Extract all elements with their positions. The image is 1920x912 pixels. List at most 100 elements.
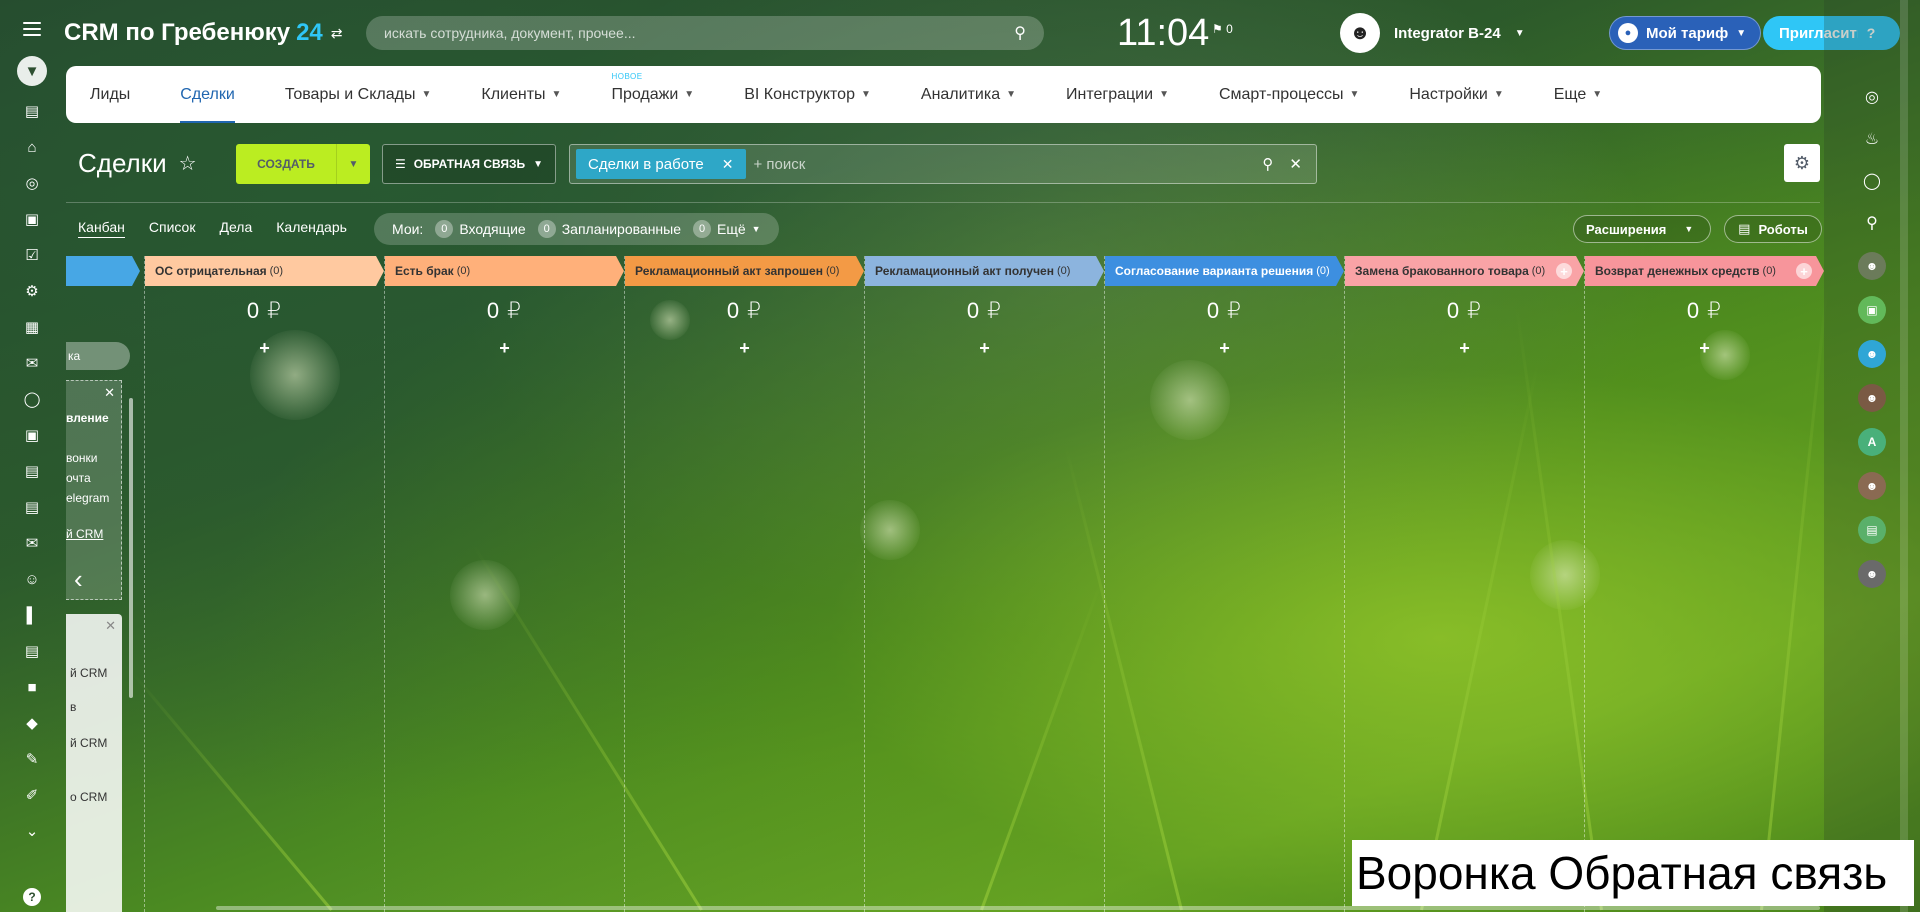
avatar[interactable]: ☻ xyxy=(1858,560,1886,588)
chevron-down-icon[interactable]: ▼ xyxy=(336,144,370,184)
horizontal-scrollbar[interactable] xyxy=(216,906,1820,910)
filter-search-input[interactable] xyxy=(753,155,1255,173)
contact-card-icon[interactable]: ▤ xyxy=(21,640,43,662)
stage-header[interactable]: Согласование варианта решения (0) xyxy=(1105,256,1344,286)
user-menu[interactable]: ☻ Integrator B-24 ▼ xyxy=(1340,13,1525,53)
counter[interactable]: 0 Запланированные xyxy=(537,220,681,238)
swap-icon[interactable]: ⇄ xyxy=(331,25,343,42)
bank-icon[interactable]: ⌂ xyxy=(21,136,43,158)
nav-item[interactable]: Еще ▼ xyxy=(1554,66,1602,123)
nav-item[interactable]: НОВОЕ Продажи ▼ xyxy=(611,66,694,123)
users-icon[interactable]: ☺ xyxy=(21,568,43,590)
bell-icon[interactable]: ♨ xyxy=(1859,126,1885,152)
global-search-input[interactable] xyxy=(384,25,1015,41)
view-tab[interactable]: Канбан xyxy=(78,219,125,238)
nav-item[interactable]: Интеграции ▼ xyxy=(1066,66,1169,123)
nav-item-label: Еще xyxy=(1553,85,1587,103)
view-tab[interactable]: Дела xyxy=(219,219,252,238)
news-icon[interactable]: ▦ xyxy=(21,316,43,338)
avatar[interactable]: ☻ xyxy=(1858,340,1886,368)
avatar[interactable]: ☻ xyxy=(1858,472,1886,500)
page-scrollbar[interactable] xyxy=(1900,0,1908,912)
avatar[interactable]: ▣ xyxy=(1858,296,1886,324)
robot-icon[interactable]: ■ xyxy=(21,676,43,698)
mail-icon[interactable]: ✉ xyxy=(21,532,43,554)
tasks-icon[interactable]: ▤ xyxy=(21,100,43,122)
help-icon[interactable]: ? xyxy=(23,888,41,906)
pen-icon[interactable]: ✐ xyxy=(21,784,43,806)
chevron-down-icon[interactable]: ▼ xyxy=(1684,224,1693,234)
stage-header[interactable]: ОС отрицательная (0) xyxy=(145,256,384,286)
copilot-icon[interactable]: ◎ xyxy=(1859,84,1885,110)
nav-item[interactable]: Клиенты ▼ xyxy=(481,66,561,123)
chart-icon[interactable]: ▌ xyxy=(21,604,43,626)
stage-header[interactable]: Возврат денежных средств (0) + xyxy=(1585,256,1824,286)
avatar[interactable]: ▤ xyxy=(1858,516,1886,544)
clock[interactable]: 11:04 xyxy=(1117,12,1209,55)
shield-icon[interactable]: ◯ xyxy=(21,388,43,410)
add-stage-icon[interactable]: + xyxy=(1556,263,1572,279)
flag-counter[interactable]: ⚑ 0 xyxy=(1212,22,1233,36)
search-icon[interactable]: ⚲ xyxy=(1859,210,1885,236)
add-stage-icon[interactable]: + xyxy=(1796,263,1812,279)
stage-name: Рекламационный акт запрошен xyxy=(635,264,823,278)
chevron-down-icon: ▼ xyxy=(1514,27,1525,39)
avatar[interactable]: A xyxy=(1858,428,1886,456)
chat-icon[interactable]: ✉ xyxy=(21,352,43,374)
avatar[interactable]: ☻ xyxy=(1858,384,1886,412)
stage-header[interactable]: Рекламационный акт получен (0) xyxy=(865,256,1104,286)
menu-icon[interactable] xyxy=(23,22,41,36)
settings-button[interactable]: ⚙ xyxy=(1784,144,1820,182)
close-icon[interactable]: ✕ xyxy=(722,156,734,173)
create-button[interactable]: СОЗДАТЬ ▼ xyxy=(236,144,370,184)
stage-header[interactable]: Рекламационный акт запрошен (0) xyxy=(625,256,864,286)
add-deal-button[interactable]: + xyxy=(1585,338,1824,359)
my-tariff-button[interactable]: ● Мой тариф ▼ xyxy=(1609,16,1762,50)
nav-item[interactable]: Настройки ▼ xyxy=(1409,66,1503,123)
stage-count: (0) xyxy=(1316,265,1330,277)
nav-item[interactable]: Смарт-процессы ▼ xyxy=(1219,66,1359,123)
edit-icon[interactable]: ✎ xyxy=(21,748,43,770)
extensions-button[interactable]: Расширения ▼ xyxy=(1573,215,1711,243)
calendar-icon[interactable]: ▣ xyxy=(21,424,43,446)
stage-header[interactable]: Есть брак (0) xyxy=(385,256,624,286)
add-deal-button[interactable]: + xyxy=(1105,338,1344,359)
add-deal-button[interactable]: + xyxy=(145,338,384,359)
avatar[interactable]: ☻ xyxy=(1858,252,1886,280)
view-tab[interactable]: Календарь xyxy=(276,219,347,238)
stage-sum: 0 ₽ xyxy=(486,298,523,323)
drive-icon[interactable]: ▤ xyxy=(21,496,43,518)
logo[interactable]: CRM по Гребенюку 24 xyxy=(64,19,323,47)
search-icon[interactable]: ⚲ xyxy=(1014,23,1026,43)
nav-item[interactable]: Сделки xyxy=(180,66,235,123)
add-deal-button[interactable]: + xyxy=(1345,338,1584,359)
more-icon[interactable]: ⌄ xyxy=(21,820,43,842)
nav-item[interactable]: BI Конструктор ▼ xyxy=(744,66,871,123)
counter[interactable]: 0 Входящие xyxy=(435,220,526,238)
add-deal-button[interactable]: + xyxy=(865,338,1104,359)
search-icon[interactable]: ⚲ xyxy=(1262,155,1273,173)
filter-icon[interactable]: ▼ xyxy=(17,56,47,86)
view-tab[interactable]: Список xyxy=(149,219,196,238)
cart-icon[interactable]: ▣ xyxy=(21,208,43,230)
robots-button[interactable]: ▤ Роботы xyxy=(1724,215,1822,243)
document-icon[interactable]: ▤ xyxy=(21,460,43,482)
add-deal-button[interactable]: + xyxy=(385,338,624,359)
stage-header[interactable]: Замена бракованного товара (0) + xyxy=(1345,256,1584,286)
star-icon[interactable]: ☆ xyxy=(179,151,197,176)
box-icon[interactable]: ◆ xyxy=(21,712,43,734)
category-selector[interactable]: ☰ ОБРАТНАЯ СВЯЗЬ ▼ xyxy=(382,144,556,184)
crm-icon[interactable]: ⚙ xyxy=(21,280,43,302)
nav-item[interactable]: Товары и Склады ▼ xyxy=(285,66,432,123)
add-deal-button[interactable]: + xyxy=(625,338,864,359)
counter[interactable]: 0 Ещё ▼ xyxy=(693,220,761,238)
nav-item-label: Интеграции xyxy=(1066,85,1154,103)
target-icon[interactable]: ◎ xyxy=(21,172,43,194)
nav-item[interactable]: Аналитика ▼ xyxy=(921,66,1016,123)
user-name: Integrator B-24 xyxy=(1394,24,1501,42)
nav-item[interactable]: Лиды xyxy=(90,66,130,123)
filter-chip[interactable]: Сделки в работе ✕ xyxy=(576,149,746,179)
clear-icon[interactable]: ✕ xyxy=(1289,155,1302,173)
checkbox-icon[interactable]: ☑ xyxy=(21,244,43,266)
chat-icon[interactable]: ◯ xyxy=(1859,168,1885,194)
